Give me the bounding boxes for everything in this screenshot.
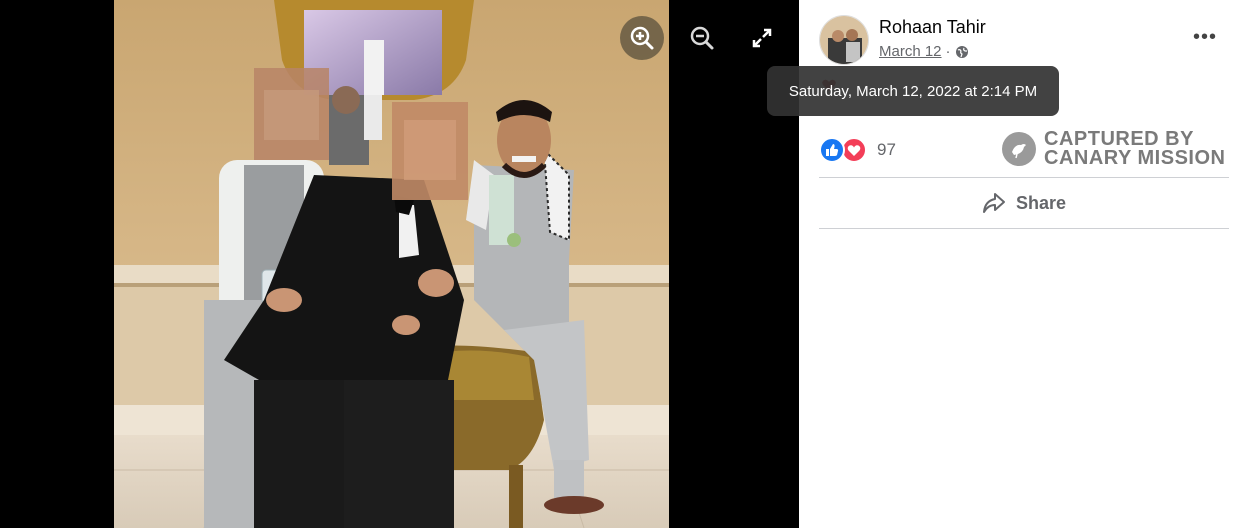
post-meta: March 12 · bbox=[879, 43, 969, 60]
canary-bird-icon bbox=[1002, 132, 1036, 166]
divider bbox=[819, 177, 1229, 178]
fullscreen-button[interactable] bbox=[740, 16, 784, 60]
facebook-photo-viewer: Rohaan Tahir March 12 · ••• Saturday, Ma… bbox=[0, 0, 1249, 528]
zoom-out-icon bbox=[690, 26, 714, 50]
watermark-line-2: CANARY MISSION bbox=[1044, 147, 1226, 169]
meta-separator: · bbox=[945, 43, 951, 60]
photo-viewer bbox=[0, 0, 799, 528]
fullscreen-icon bbox=[752, 28, 772, 48]
divider bbox=[819, 228, 1229, 229]
photo-illustration bbox=[114, 0, 669, 528]
date-tooltip: Saturday, March 12, 2022 at 2:14 PM bbox=[767, 66, 1059, 116]
globe-icon bbox=[955, 45, 968, 58]
zoom-out-button[interactable] bbox=[680, 16, 724, 60]
post-date-link[interactable]: March 12 bbox=[879, 43, 942, 60]
share-arrow-icon bbox=[982, 193, 1005, 213]
zoom-in-icon bbox=[630, 26, 654, 50]
post-photo[interactable] bbox=[114, 0, 669, 528]
author-name[interactable]: Rohaan Tahir bbox=[879, 17, 986, 38]
author-avatar[interactable] bbox=[819, 15, 869, 65]
zoom-in-button[interactable] bbox=[620, 16, 664, 60]
share-button[interactable]: Share bbox=[819, 181, 1229, 225]
reaction-count: 97 bbox=[877, 140, 896, 159]
avatar-image bbox=[820, 16, 868, 64]
reactions-summary[interactable]: 97 bbox=[819, 137, 896, 163]
canary-mission-watermark: CAPTURED BY CANARY MISSION bbox=[1002, 129, 1226, 169]
post-side-panel: Rohaan Tahir March 12 · ••• Saturday, Ma… bbox=[767, 0, 1249, 528]
more-options-button[interactable]: ••• bbox=[1187, 22, 1223, 52]
share-label: Share bbox=[1015, 192, 1067, 213]
like-reaction-icon bbox=[819, 137, 845, 163]
